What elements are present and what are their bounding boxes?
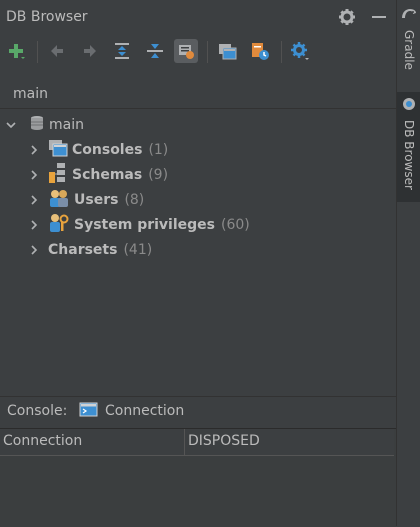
toolbar-separator (207, 41, 208, 63)
forward-icon[interactable] (78, 39, 102, 63)
panel-title: DB Browser (6, 9, 88, 25)
back-icon[interactable] (45, 39, 69, 63)
tree-item-users[interactable]: Users (8) (28, 187, 144, 212)
chevron-down-icon[interactable] (5, 119, 17, 131)
toolbar-separator (37, 41, 38, 63)
tree-root-main[interactable]: main (5, 112, 84, 137)
filter-icon[interactable] (174, 39, 198, 63)
database-icon (29, 115, 45, 135)
grid-cell-connection: Connection (3, 433, 83, 449)
tree-item-label: Consoles (72, 141, 143, 158)
tree-item-count: (1) (148, 141, 169, 158)
chevron-right-icon[interactable] (28, 194, 40, 206)
tree-item-system-privileges[interactable]: System privileges (60) (28, 212, 250, 237)
chevron-right-icon[interactable] (28, 169, 40, 181)
gradle-icon (400, 6, 418, 26)
connection-selector-value: main (13, 86, 48, 102)
console-connection[interactable]: Connection (105, 403, 184, 419)
connection-selector[interactable]: main (0, 80, 396, 109)
users-icon (48, 188, 70, 212)
console-icon (79, 402, 99, 422)
console-grid: Connection DISPOSED (0, 428, 396, 527)
db-browser-panel: DB Browser main main Consoles (1) Schema… (0, 0, 396, 527)
tree-item-count: (60) (220, 216, 250, 233)
expand-all-icon[interactable] (110, 39, 134, 63)
grid-row: Connection DISPOSED (0, 429, 394, 456)
tree-item-consoles[interactable]: Consoles (1) (28, 137, 168, 162)
tab-gradle[interactable]: Gradle (397, 6, 420, 86)
console-label: Console: (7, 403, 68, 419)
tree-item-count: (9) (148, 166, 169, 183)
tab-db-browser[interactable]: DB Browser (397, 92, 420, 202)
schemas-icon (48, 162, 68, 188)
chevron-right-icon[interactable] (28, 219, 40, 231)
open-console-icon[interactable] (216, 39, 240, 63)
tree-item-count: (41) (123, 241, 153, 258)
console-bar: Console: Connection (0, 396, 396, 425)
grid-divider (184, 429, 185, 455)
tab-label: DB Browser (402, 120, 416, 190)
tree-item-schemas[interactable]: Schemas (9) (28, 162, 168, 187)
tree-item-label: System privileges (74, 216, 215, 233)
collapse-all-icon[interactable] (143, 39, 167, 63)
tree-item-label: Charsets (48, 241, 118, 258)
sql-history-icon[interactable] (248, 39, 272, 63)
chevron-right-icon[interactable] (28, 244, 40, 256)
add-icon[interactable] (4, 39, 28, 63)
toolbar (0, 36, 396, 68)
tree-item-label: Users (74, 191, 119, 208)
privileges-icon (48, 213, 70, 237)
db-browser-icon (401, 96, 417, 116)
minimize-icon[interactable] (372, 16, 386, 18)
toolbar-separator (281, 41, 282, 63)
right-tool-strip: Gradle DB Browser (396, 0, 420, 526)
tab-label: Gradle (402, 30, 416, 70)
grid-cell-status: DISPOSED (188, 433, 260, 449)
gear-icon[interactable] (338, 8, 356, 26)
console-icon (48, 139, 68, 161)
tree-item-count: (8) (124, 191, 145, 208)
chevron-right-icon[interactable] (28, 144, 40, 156)
tool-window-header: DB Browser (0, 0, 396, 34)
tree-item-charsets[interactable]: Charsets (41) (28, 237, 152, 262)
settings-icon[interactable] (288, 39, 312, 63)
tree-item-label: Schemas (72, 166, 143, 183)
tree-root-label: main (49, 116, 84, 133)
